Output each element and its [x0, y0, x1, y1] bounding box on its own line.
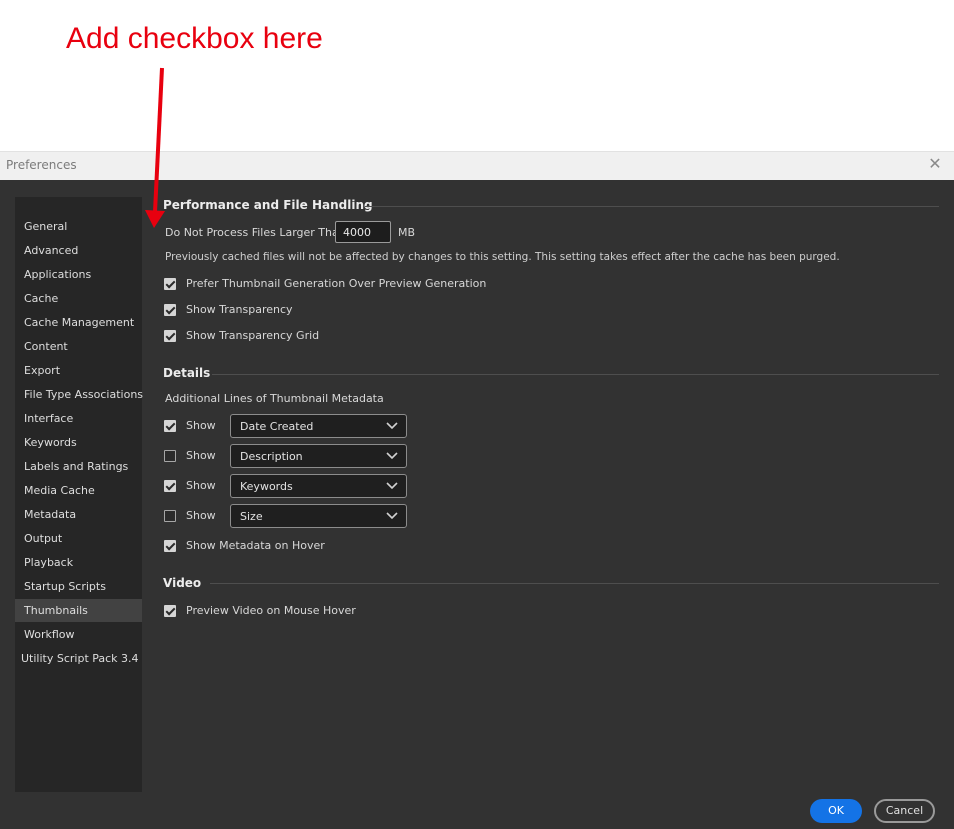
max-size-unit: MB	[398, 226, 416, 239]
metadata-row-3-show-label[interactable]: Show	[186, 479, 216, 492]
metadata-row-1-show-label[interactable]: Show	[186, 419, 216, 432]
max-size-input[interactable]	[335, 221, 391, 243]
metadata-row-2-value: Description	[240, 450, 303, 463]
window-title: Preferences	[6, 158, 77, 172]
show-transparency-grid-label[interactable]: Show Transparency Grid	[186, 329, 319, 342]
preview-video-checkbox[interactable]	[164, 605, 176, 617]
chevron-down-icon	[386, 452, 398, 460]
video-heading: Video	[163, 576, 202, 590]
preferences-dialog: General Advanced Applications Cache Cach…	[0, 180, 954, 829]
cancel-button[interactable]: Cancel	[874, 799, 935, 823]
section-divider	[210, 583, 939, 584]
section-divider	[365, 206, 939, 207]
metadata-row-2-checkbox[interactable]	[164, 450, 176, 462]
metadata-lines-label: Additional Lines of Thumbnail Metadata	[165, 392, 384, 405]
show-transparency-grid-checkbox[interactable]	[164, 330, 176, 342]
preview-video-label[interactable]: Preview Video on Mouse Hover	[186, 604, 356, 617]
prefer-thumbnail-label[interactable]: Prefer Thumbnail Generation Over Preview…	[186, 277, 486, 290]
metadata-row-4-checkbox[interactable]	[164, 510, 176, 522]
prefer-thumbnail-checkbox[interactable]	[164, 278, 176, 290]
metadata-row-1-checkbox[interactable]	[164, 420, 176, 432]
metadata-on-hover-checkbox[interactable]	[164, 540, 176, 552]
chevron-down-icon	[386, 512, 398, 520]
chevron-down-icon	[386, 482, 398, 490]
chevron-down-icon	[386, 422, 398, 430]
section-divider	[212, 374, 939, 375]
max-size-label: Do Not Process Files Larger Than	[165, 226, 346, 239]
title-bar: Preferences ✕	[0, 151, 954, 181]
metadata-row-4-select[interactable]: Size	[230, 504, 407, 528]
annotation-text: Add checkbox here	[66, 22, 323, 55]
metadata-row-2-show-label[interactable]: Show	[186, 449, 216, 462]
metadata-row-1-select[interactable]: Date Created	[230, 414, 407, 438]
metadata-row-3-value: Keywords	[240, 480, 293, 493]
details-heading: Details	[163, 366, 211, 380]
cache-note: Previously cached files will not be affe…	[165, 251, 840, 263]
metadata-row-3-select[interactable]: Keywords	[230, 474, 407, 498]
thumbnails-panel: Performance and File Handling Do Not Pro…	[0, 180, 954, 829]
metadata-row-2-select[interactable]: Description	[230, 444, 407, 468]
close-icon[interactable]: ✕	[926, 155, 944, 173]
metadata-on-hover-label[interactable]: Show Metadata on Hover	[186, 539, 325, 552]
metadata-row-3-checkbox[interactable]	[164, 480, 176, 492]
metadata-row-4-value: Size	[240, 510, 263, 523]
show-transparency-checkbox[interactable]	[164, 304, 176, 316]
show-transparency-label[interactable]: Show Transparency	[186, 303, 293, 316]
metadata-row-1-value: Date Created	[240, 420, 314, 433]
performance-heading: Performance and File Handling	[163, 198, 373, 212]
ok-button[interactable]: OK	[810, 799, 862, 823]
metadata-row-4-show-label[interactable]: Show	[186, 509, 216, 522]
